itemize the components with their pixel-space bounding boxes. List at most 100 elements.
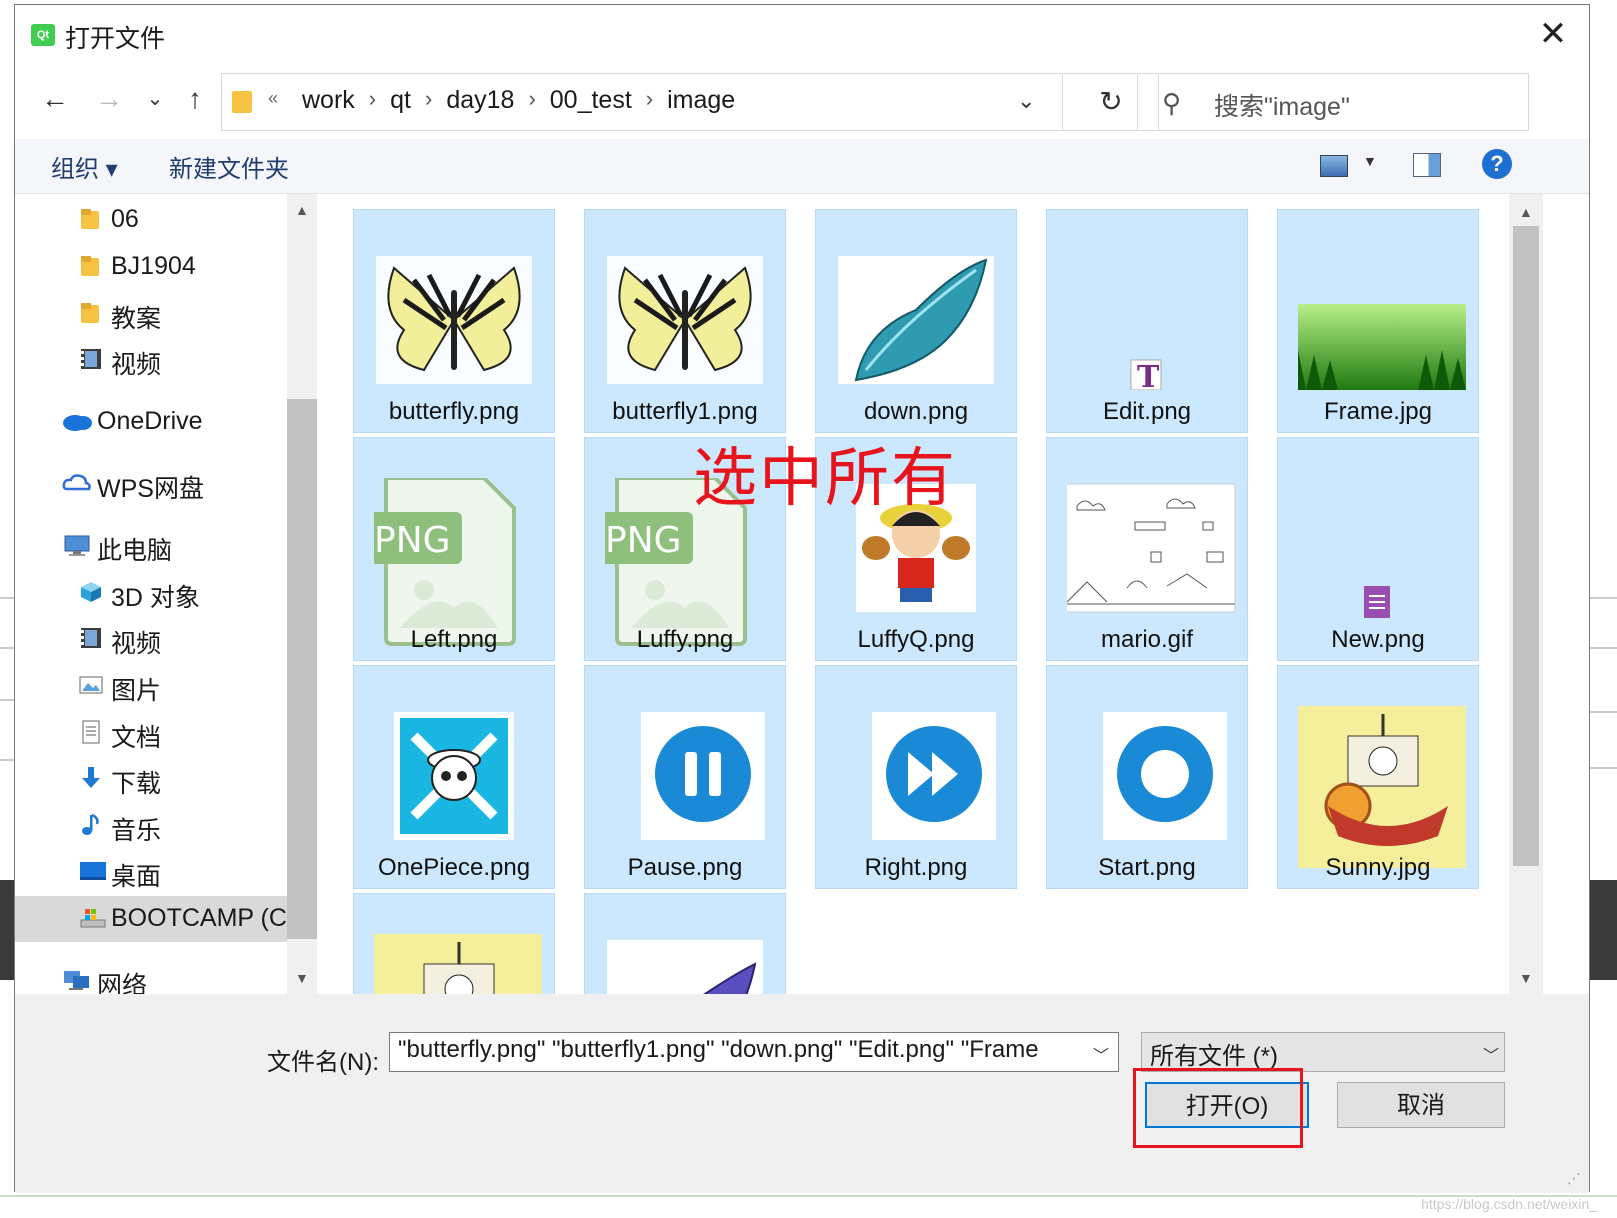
svg-text:T: T	[1137, 360, 1160, 390]
sidebar-item[interactable]: OneDrive	[15, 399, 287, 445]
file-name: Frame.jpg	[1323, 398, 1433, 425]
search-box[interactable]: ⚲ 搜索"image"	[1137, 73, 1529, 131]
breadcrumb-day18[interactable]: day18	[436, 86, 524, 115]
file-name: butterfly.png	[388, 398, 520, 425]
organize-menu[interactable]: 组织 ▾	[51, 149, 118, 184]
annotation-highlight-box	[1133, 1068, 1303, 1148]
chevron-down-icon[interactable]: ﹀	[1093, 1042, 1109, 1066]
file-item[interactable]: New.png	[1277, 437, 1479, 661]
sidebar-item-label: BOOTCAMP (C:	[111, 904, 294, 932]
sidebar-item[interactable]: BJ1904	[15, 244, 287, 290]
search-input[interactable]: 搜索"image"	[1214, 87, 1350, 123]
file-item[interactable]: Frame.jpg	[1277, 209, 1479, 433]
sidebar-item[interactable]: 教案	[15, 291, 287, 337]
sidebar-item[interactable]: 此电脑	[15, 523, 287, 569]
filename-label: 文件名(N):	[267, 1049, 379, 1076]
recent-locations-dropdown[interactable]: ⌄	[137, 81, 173, 117]
scroll-thumb[interactable]	[287, 399, 317, 939]
video-icon	[79, 626, 103, 650]
overflow-chevron[interactable]: «	[268, 88, 278, 109]
annotation-text: 选中所有	[693, 442, 957, 514]
file-name: Pause.png	[627, 854, 743, 881]
back-button[interactable]: ←	[37, 81, 73, 117]
cancel-button[interactable]: 取消	[1337, 1082, 1505, 1128]
address-dropdown[interactable]: ⌄	[1017, 88, 1035, 114]
file-name: Start.png	[1098, 854, 1196, 881]
sidebar-scrollbar[interactable]: ▲ ▼	[287, 194, 317, 994]
folder-icon	[79, 254, 103, 278]
background-strip	[1587, 880, 1617, 980]
resize-grip-icon[interactable]: ⋰	[1567, 1170, 1581, 1187]
chevron-right-icon[interactable]: ›	[365, 86, 380, 115]
sidebar-item[interactable]: 图片	[15, 663, 287, 709]
view-dropdown-icon[interactable]: ▼	[1363, 153, 1377, 169]
filetype-select[interactable]: 所有文件 (*)	[1141, 1032, 1505, 1072]
sidebar-item[interactable]: BOOTCAMP (C:	[15, 896, 294, 942]
scroll-up-arrow[interactable]: ▲	[1519, 204, 1533, 220]
file-thumbnail	[366, 930, 542, 994]
picture-icon	[79, 673, 103, 697]
address-bar[interactable]: « work › qt › day18 › 00_test › image ⌄ …	[221, 73, 1159, 131]
chevron-right-icon[interactable]: ›	[421, 86, 436, 115]
sidebar-item[interactable]: 音乐	[15, 803, 287, 849]
qt-app-icon: Qt	[31, 24, 55, 46]
file-item[interactable]: Right.png	[815, 665, 1017, 889]
file-item[interactable]: PNG Left.png	[353, 437, 555, 661]
file-item[interactable]: Sunny.jpg	[1277, 665, 1479, 889]
sidebar-item[interactable]: 06	[15, 197, 287, 243]
preview-pane-icon[interactable]	[1413, 153, 1441, 177]
filename-input[interactable]: "butterfly.png" "butterfly1.png" "down.p…	[389, 1032, 1119, 1072]
sidebar-item[interactable]: 桌面	[15, 849, 287, 895]
sidebar-item[interactable]: 下载	[15, 756, 287, 802]
file-name: butterfly1.png	[612, 398, 758, 425]
file-name: mario.gif	[1100, 626, 1194, 653]
breadcrumb-image[interactable]: image	[657, 86, 745, 115]
drive-icon	[79, 906, 106, 930]
file-item[interactable]: Pause.png	[584, 665, 786, 889]
help-button[interactable]: ?	[1482, 149, 1512, 179]
sidebar-item-label: 教案	[111, 305, 162, 333]
cube-icon	[79, 580, 103, 604]
up-button[interactable]: ↑	[177, 81, 213, 117]
file-item[interactable]: T Edit.png	[1046, 209, 1248, 433]
file-item[interactable]: Start.png	[1046, 665, 1248, 889]
file-list: butterfly.png butterfly1.png down.png T Ed…	[317, 194, 1525, 994]
file-item[interactable]: mario.gif	[1046, 437, 1248, 661]
file-item[interactable]: butterfly1.png	[584, 209, 786, 433]
sidebar-item-label: 3D 对象	[111, 584, 200, 612]
sidebar-item[interactable]: 视频	[15, 616, 287, 662]
scroll-up-arrow[interactable]: ▲	[295, 202, 309, 218]
sidebar-item[interactable]: 3D 对象	[15, 570, 287, 616]
close-button[interactable]: ✕	[1533, 15, 1573, 55]
command-toolbar: 组织 ▾ 新建文件夹 ▼ ?	[15, 139, 1589, 194]
navigation-pane: 06 BJ1904 教案 视频 OneDrive WPS网盘 此电脑 3D 对象 视频 图片 文档下…	[15, 194, 317, 1000]
sidebar-item-label: 06	[111, 205, 139, 233]
file-item[interactable]: down.png	[815, 209, 1017, 433]
breadcrumb-00-test[interactable]: 00_test	[540, 86, 642, 115]
chevron-right-icon[interactable]: ›	[642, 86, 657, 115]
view-options-icon[interactable]	[1320, 155, 1348, 177]
chevron-right-icon[interactable]: ›	[524, 86, 539, 115]
file-item[interactable]: OnePiece.png	[353, 665, 555, 889]
forward-button[interactable]: →	[91, 81, 127, 117]
file-item[interactable]: butterfly.png	[353, 209, 555, 433]
breadcrumb-qt[interactable]: qt	[380, 86, 421, 115]
file-list-scrollbar[interactable]: ▲ ▼	[1509, 194, 1543, 994]
file-name: down.png	[863, 398, 969, 425]
scroll-thumb[interactable]	[1513, 226, 1539, 866]
chevron-down-icon[interactable]: ﹀	[1483, 1042, 1499, 1066]
sidebar-item[interactable]: 文档	[15, 710, 287, 756]
file-item[interactable]	[353, 893, 555, 994]
sidebar-item-label: BJ1904	[111, 252, 196, 280]
file-thumbnail	[605, 250, 765, 390]
breadcrumb-work[interactable]: work	[292, 86, 365, 115]
scroll-down-arrow[interactable]: ▼	[1519, 970, 1533, 986]
new-folder-button[interactable]: 新建文件夹	[169, 149, 289, 184]
scroll-down-arrow[interactable]: ▼	[295, 970, 309, 986]
sidebar-item[interactable]: 视频	[15, 337, 287, 383]
sidebar-item[interactable]: WPS网盘	[15, 461, 287, 507]
dialog-title: 打开文件	[65, 25, 166, 53]
open-file-dialog: Qt 打开文件 ✕ ← → ⌄ ↑ « work › qt › day18 › …	[14, 4, 1590, 1193]
file-name: Edit.png	[1102, 398, 1192, 425]
file-item[interactable]	[584, 893, 786, 994]
